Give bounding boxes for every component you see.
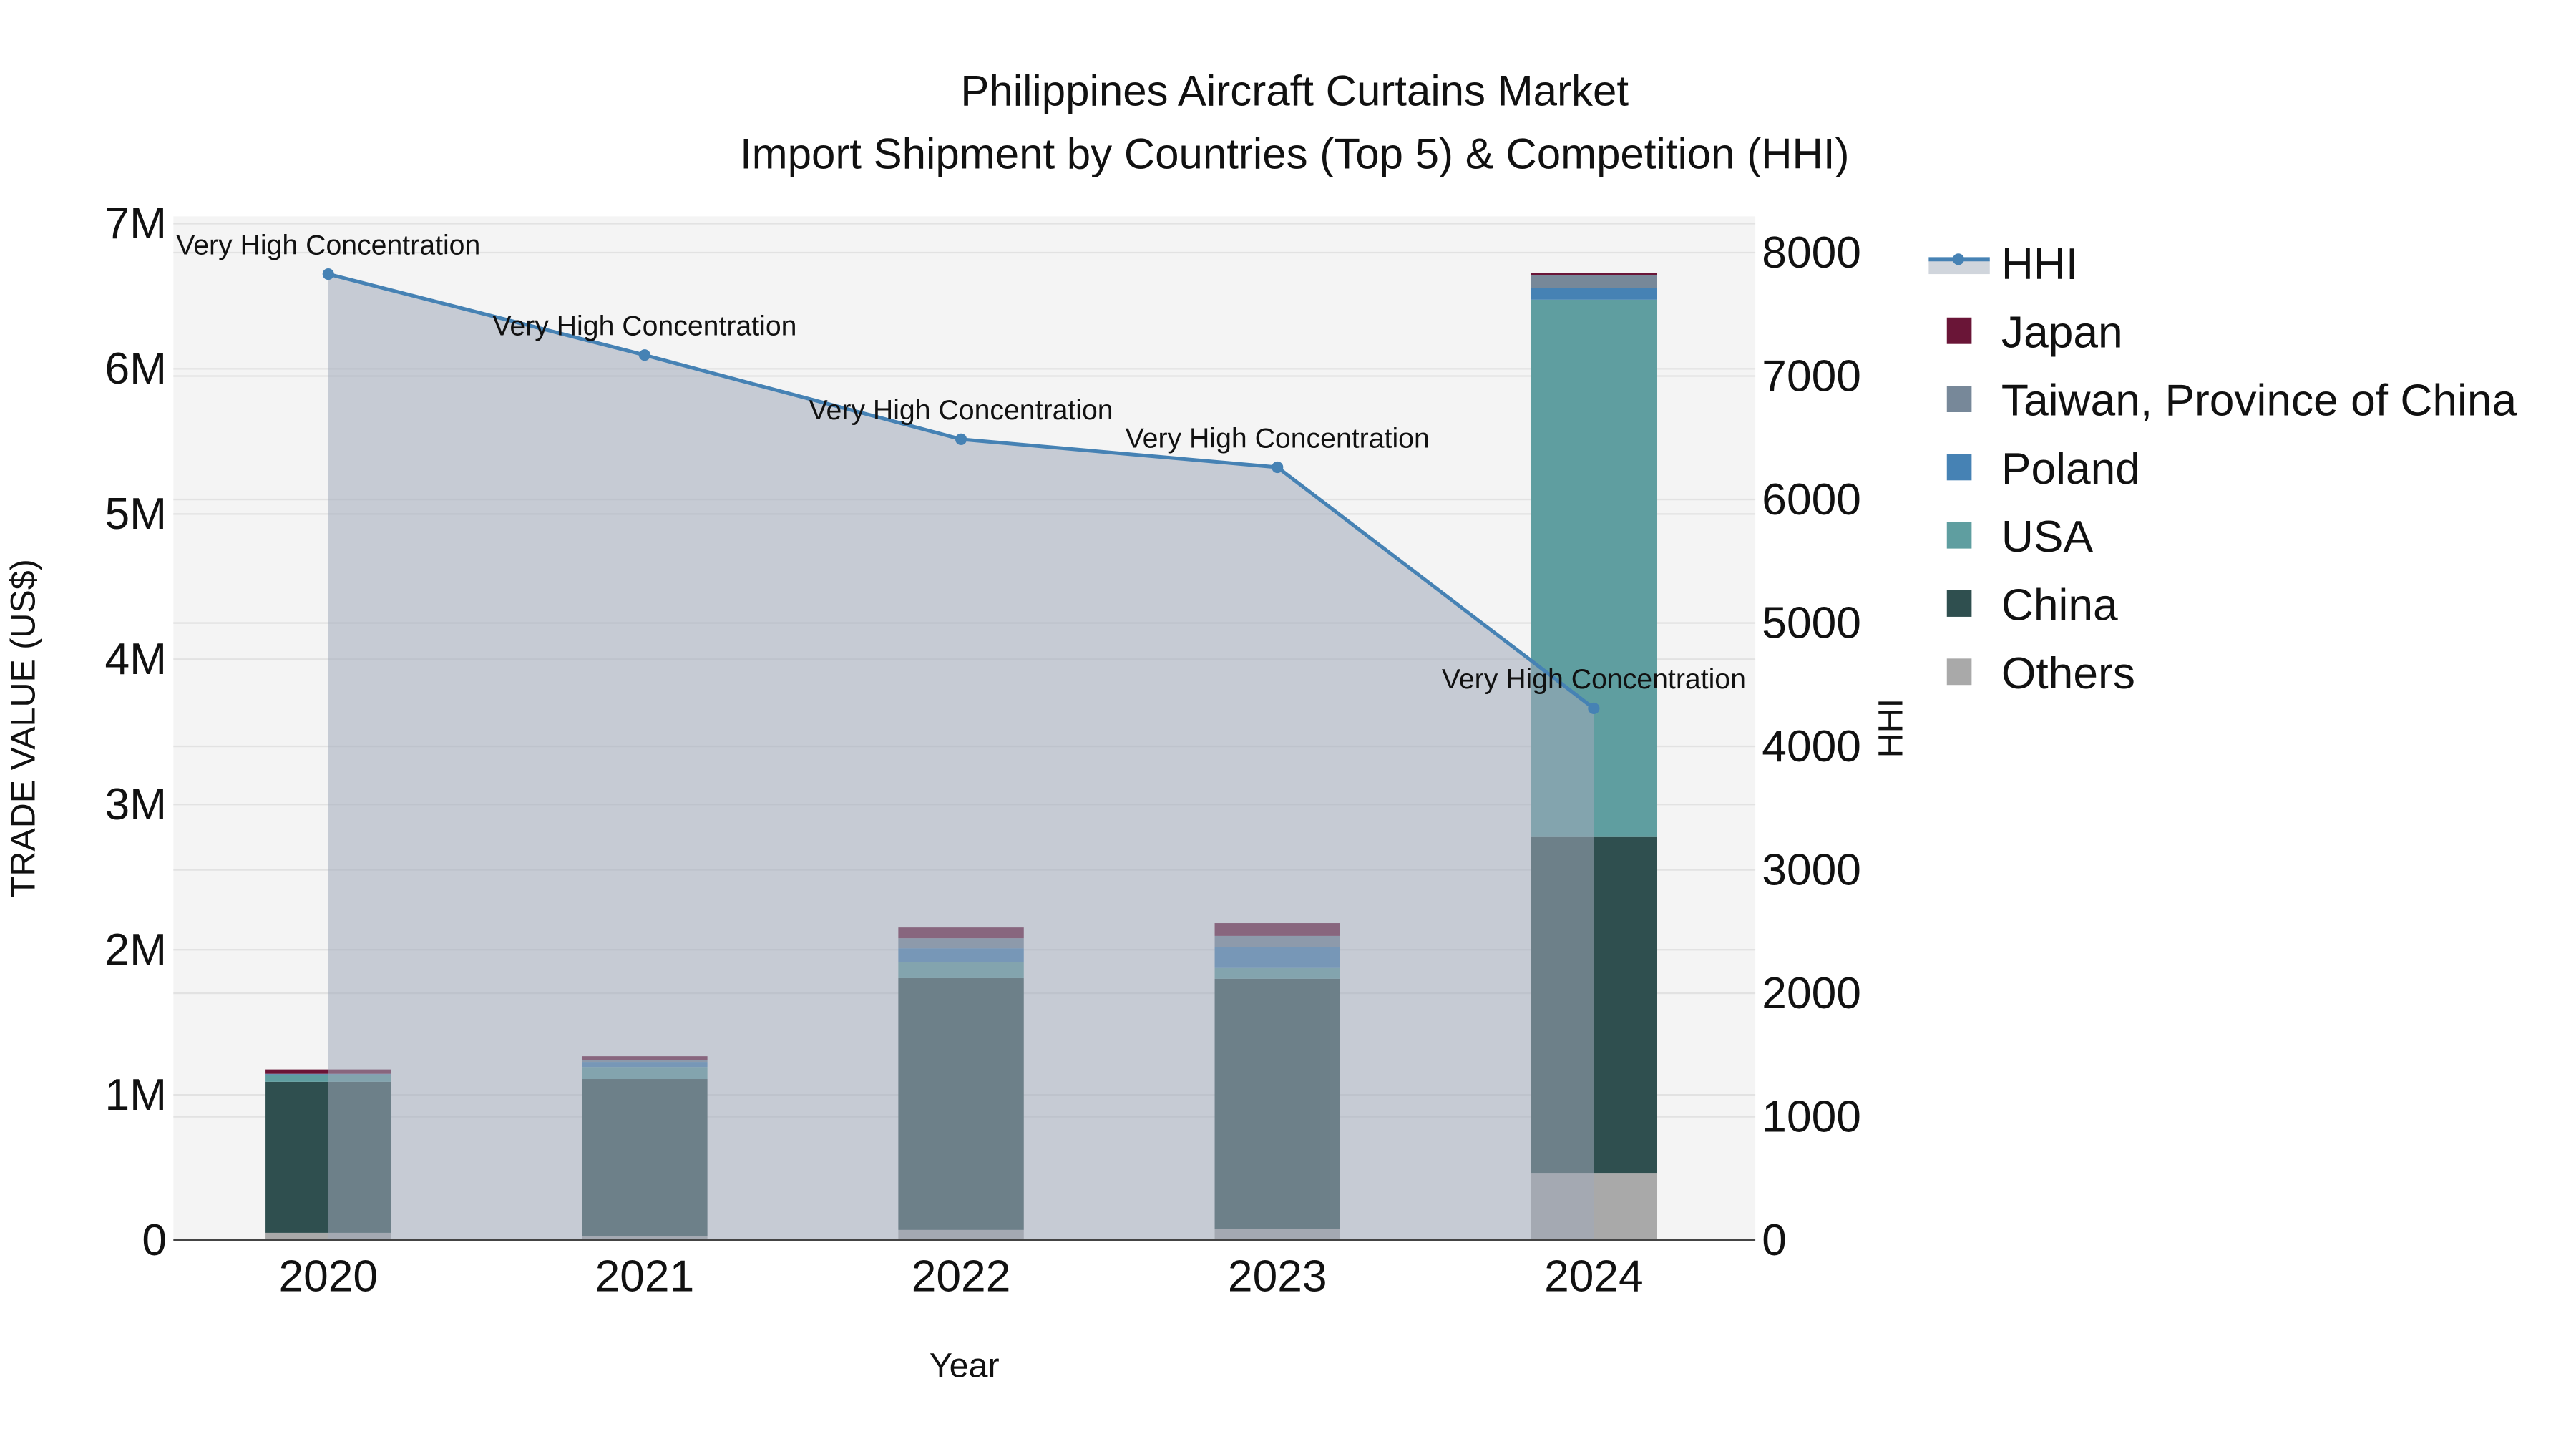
y-tick-label: 1M bbox=[105, 1070, 167, 1120]
x-tick-label: 2020 bbox=[278, 1252, 378, 1302]
legend-swatch-taiwan-province-of-china bbox=[1946, 386, 1972, 412]
y-tick-label: 2M bbox=[105, 925, 167, 975]
y2-tick-label: 0 bbox=[1762, 1216, 1787, 1265]
x-axis: 2020 2021 2022 2023 2024 bbox=[278, 1252, 1643, 1302]
legend-hhi-marker bbox=[1952, 253, 1964, 265]
x-tick-label: 2023 bbox=[1228, 1252, 1327, 1302]
x-tick-label: 2024 bbox=[1544, 1252, 1644, 1302]
y-tick-label: 4M bbox=[105, 635, 167, 684]
y2-axis-title: HHI bbox=[1871, 698, 1910, 758]
legend-swatch-china bbox=[1946, 590, 1972, 617]
y2-tick-label: 8000 bbox=[1762, 228, 1861, 278]
y2-tick-label: 1000 bbox=[1762, 1092, 1861, 1141]
y-tick-label: 0 bbox=[142, 1216, 167, 1265]
bar-japan-2024 bbox=[1531, 273, 1657, 275]
legend-label-taiwan-province-of-china: Taiwan, Province of China bbox=[2001, 376, 2517, 426]
y2-tick-label: 6000 bbox=[1762, 475, 1861, 525]
chart-title: Philippines Aircraft Curtains Market bbox=[960, 67, 1629, 115]
chart-subtitle: Import Shipment by Countries (Top 5) & C… bbox=[740, 130, 1850, 177]
y2-tick-label: 3000 bbox=[1762, 845, 1861, 894]
hhi-point-2022 bbox=[955, 433, 967, 445]
y-axis-right: 0 1000 2000 3000 4000 5000 6000 7000 8000 bbox=[1762, 228, 1861, 1265]
y2-tick-label: 2000 bbox=[1762, 969, 1861, 1018]
chart: Very High Concentration Very High Concent… bbox=[4, 67, 2517, 1385]
hhi-annotation: Very High Concentration bbox=[492, 311, 796, 342]
hhi-annotation: Very High Concentration bbox=[1442, 663, 1746, 695]
legend-label-china: China bbox=[2001, 581, 2118, 630]
legend-label-hhi: HHI bbox=[2001, 240, 2078, 289]
hhi-annotation: Very High Concentration bbox=[176, 229, 480, 260]
legend-label-poland: Poland bbox=[2001, 444, 2140, 494]
y-tick-label: 5M bbox=[105, 489, 167, 539]
hhi-point-2023 bbox=[1272, 461, 1284, 474]
y2-tick-label: 5000 bbox=[1762, 598, 1861, 648]
hhi-point-2024 bbox=[1588, 702, 1600, 714]
legend-label-usa: USA bbox=[2001, 512, 2094, 562]
hhi-annotation: Very High Concentration bbox=[809, 394, 1113, 426]
bar-poland-2024 bbox=[1531, 288, 1657, 300]
x-tick-label: 2022 bbox=[912, 1252, 1011, 1302]
legend: HHI Japan Taiwan, Province of China Poland U… bbox=[1928, 240, 2517, 698]
legend-swatch-poland bbox=[1946, 454, 1972, 481]
hhi-point-2021 bbox=[638, 349, 650, 361]
bar-taiwan-province-of-china-2024 bbox=[1531, 275, 1657, 288]
legend-swatch-usa bbox=[1946, 522, 1972, 549]
legend-label-others: Others bbox=[2001, 649, 2135, 698]
y2-tick-label: 7000 bbox=[1762, 351, 1861, 401]
legend-swatch-others bbox=[1946, 658, 1972, 686]
x-axis-title: Year bbox=[930, 1347, 1000, 1385]
hhi-point-2020 bbox=[322, 268, 334, 280]
y-tick-label: 3M bbox=[105, 780, 167, 829]
y2-tick-label: 4000 bbox=[1762, 722, 1861, 771]
y-tick-label: 7M bbox=[105, 199, 167, 248]
legend-label-japan: Japan bbox=[2001, 308, 2123, 357]
y-axis-title: TRADE VALUE (US$) bbox=[4, 559, 42, 897]
hhi-annotation: Very High Concentration bbox=[1126, 422, 1430, 454]
y-axis-left: 0 1M 2M 3M 4M 5M 6M 7M bbox=[105, 199, 167, 1265]
legend-swatch-japan bbox=[1946, 317, 1972, 344]
x-tick-label: 2021 bbox=[595, 1252, 695, 1302]
y-tick-label: 6M bbox=[105, 344, 167, 394]
